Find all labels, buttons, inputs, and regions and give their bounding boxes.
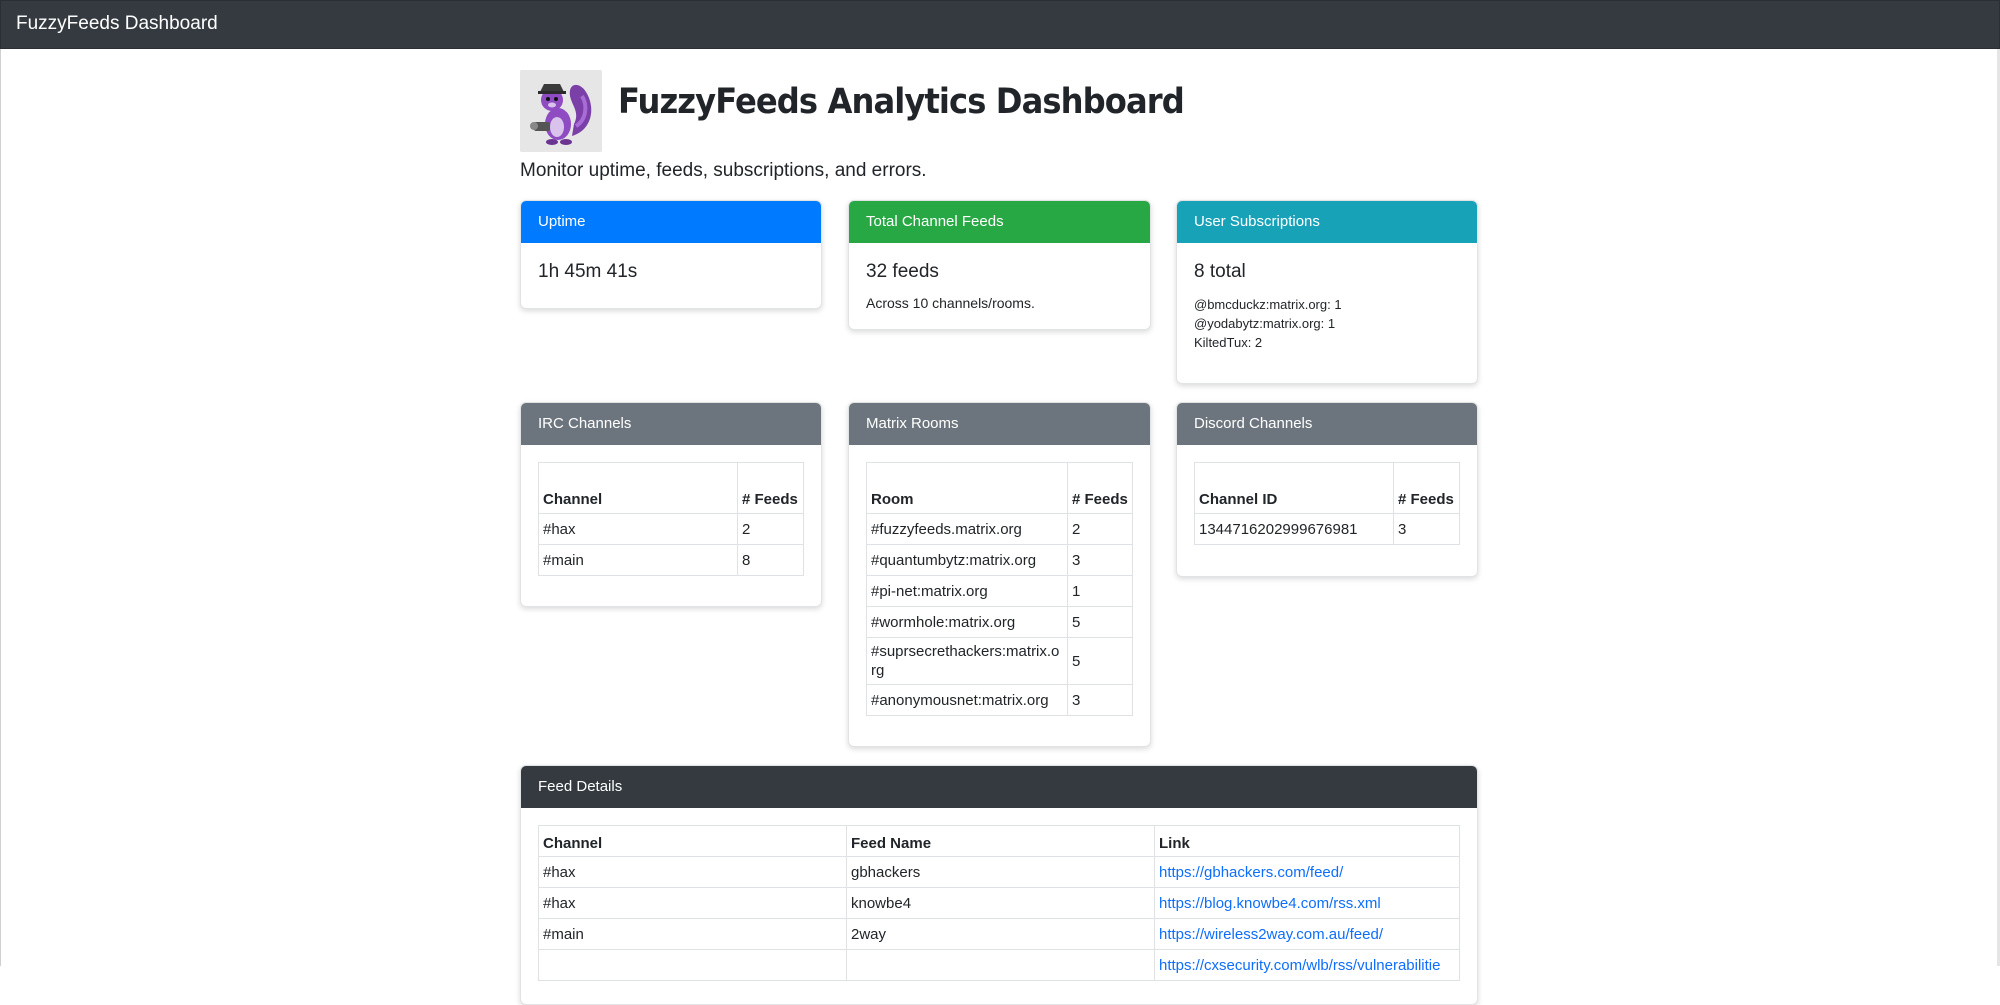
uptime-value: 1h 45m 41s: [538, 261, 638, 282]
uptime-card: Uptime 1h 45m 41s: [520, 200, 822, 309]
table-row: #main 8: [538, 544, 804, 576]
matrix-rooms-card: Matrix Rooms Room # Feeds #fuzzyfeeds.ma…: [848, 402, 1151, 747]
column-header-channel-id: Channel ID: [1194, 462, 1394, 514]
feed-link-cell: https://cxsecurity.com/wlb/rss/vulnerabi…: [1154, 949, 1460, 981]
subscription-user: @bmcduckz:matrix.org: 1: [1194, 297, 1342, 312]
feed-channel: #hax: [538, 856, 847, 888]
table-row: #wormhole:matrix.org 5: [866, 606, 1133, 638]
subscription-user: @yodabytz:matrix.org: 1: [1194, 316, 1336, 331]
feed-count: 5: [1067, 637, 1133, 685]
table-row: #pi-net:matrix.org 1: [866, 575, 1133, 607]
table-row: #quantumbytz:matrix.org 3: [866, 544, 1133, 576]
table-row: #hax knowbe4 https://blog.knowbe4.com/rs…: [538, 887, 1460, 919]
subscriptions-value: 8 total: [1194, 261, 1246, 282]
feed-name: gbhackers: [846, 856, 1155, 888]
discord-channels-card-header: Discord Channels: [1177, 403, 1477, 445]
feed-channel: #hax: [538, 887, 847, 919]
room-name: #fuzzyfeeds.matrix.org: [866, 513, 1068, 545]
feed-name: knowbe4: [846, 887, 1155, 919]
feed-count: 2: [737, 513, 804, 545]
feed-details-table: Channel Feed Name Link #hax gbhackers ht…: [538, 825, 1460, 981]
subscription-user: KiltedTux: 2: [1194, 335, 1263, 350]
feed-count: 3: [1067, 544, 1133, 576]
feed-count: 1: [1067, 575, 1133, 607]
uptime-card-header: Uptime: [521, 201, 821, 243]
table-row: #hax 2: [538, 513, 804, 545]
table-row: #anonymousnet:matrix.org 3: [866, 684, 1133, 716]
feed-count: 2: [1067, 513, 1133, 545]
channel-name: #hax: [538, 513, 738, 545]
feed-channel: [538, 949, 847, 981]
table-row: #hax gbhackers https://gbhackers.com/fee…: [538, 856, 1460, 888]
column-header-channel: Channel: [538, 825, 847, 857]
feed-link[interactable]: https://blog.knowbe4.com/rss.xml: [1159, 895, 1381, 912]
subscriptions-card-header: User Subscriptions: [1177, 201, 1477, 243]
discord-channels-table: Channel ID # Feeds 1344716202999676981 3: [1194, 462, 1460, 545]
navbar-brand[interactable]: FuzzyFeeds Dashboard: [16, 13, 218, 35]
feed-name: [846, 949, 1155, 981]
table-row: https://cxsecurity.com/wlb/rss/vulnerabi…: [538, 949, 1460, 981]
feed-link-cell: https://blog.knowbe4.com/rss.xml: [1154, 887, 1460, 919]
feed-link-cell: https://wireless2way.com.au/feed/: [1154, 918, 1460, 950]
channel-name: #main: [538, 544, 738, 576]
feed-channel: #main: [538, 918, 847, 950]
discord-channels-card: Discord Channels Channel ID # Feeds 1344…: [1176, 402, 1478, 577]
table-row: #fuzzyfeeds.matrix.org 2: [866, 513, 1133, 545]
irc-channels-table: Channel # Feeds #hax 2 #main 8: [538, 462, 804, 576]
column-header-feeds: # Feeds: [1067, 462, 1133, 514]
irc-channels-card: IRC Channels Channel # Feeds #hax 2 #mai…: [520, 402, 822, 607]
matrix-rooms-table: Room # Feeds #fuzzyfeeds.matrix.org 2 #q…: [866, 462, 1133, 716]
room-name: #suprsecrethackers:matrix.org: [866, 637, 1068, 685]
feed-count: 8: [737, 544, 804, 576]
feed-link[interactable]: https://wireless2way.com.au/feed/: [1159, 926, 1383, 943]
feed-link[interactable]: https://cxsecurity.com/wlb/rss/vulnerabi…: [1159, 957, 1440, 974]
feed-link-cell: https://gbhackers.com/feed/: [1154, 856, 1460, 888]
feed-details-card: Feed Details Channel Feed Name Link #hax…: [520, 765, 1478, 1005]
column-header-channel: Channel: [538, 462, 738, 514]
total-feeds-card-header: Total Channel Feeds: [849, 201, 1150, 243]
page-subtitle: Monitor uptime, feeds, subscriptions, an…: [520, 160, 927, 181]
feed-count: 3: [1393, 513, 1460, 545]
matrix-rooms-card-header: Matrix Rooms: [849, 403, 1150, 445]
table-header-row: Channel ID # Feeds: [1194, 462, 1460, 514]
logo-image: [520, 70, 602, 152]
total-feeds-card: Total Channel Feeds 32 feeds Across 10 c…: [848, 200, 1151, 330]
navbar: FuzzyFeeds Dashboard: [0, 0, 2000, 49]
subscriptions-card: User Subscriptions 8 total @bmcduckz:mat…: [1176, 200, 1478, 384]
feed-count: 5: [1067, 606, 1133, 638]
room-name: #wormhole:matrix.org: [866, 606, 1068, 638]
feed-details-card-header: Feed Details: [521, 766, 1477, 808]
total-feeds-value: 32 feeds: [866, 261, 939, 282]
table-header-row: Channel Feed Name Link: [538, 825, 1460, 857]
column-header-feeds: # Feeds: [737, 462, 804, 514]
total-feeds-detail: Across 10 channels/rooms.: [866, 295, 1035, 311]
feed-link[interactable]: https://gbhackers.com/feed/: [1159, 864, 1343, 881]
irc-channels-card-header: IRC Channels: [521, 403, 821, 445]
table-row: 1344716202999676981 3: [1194, 513, 1460, 545]
squirrel-icon: [520, 70, 602, 152]
room-name: #quantumbytz:matrix.org: [866, 544, 1068, 576]
feed-name: 2way: [846, 918, 1155, 950]
feed-count: 3: [1067, 684, 1133, 716]
room-name: #pi-net:matrix.org: [866, 575, 1068, 607]
channel-id: 1344716202999676981: [1194, 513, 1394, 545]
column-header-feed-name: Feed Name: [846, 825, 1155, 857]
table-header-row: Room # Feeds: [866, 462, 1133, 514]
column-header-link: Link: [1154, 825, 1460, 857]
table-row: #suprsecrethackers:matrix.org 5: [866, 637, 1133, 685]
column-header-room: Room: [866, 462, 1068, 514]
table-row: #main 2way https://wireless2way.com.au/f…: [538, 918, 1460, 950]
window-edge-left: [0, 49, 1, 966]
page-title: FuzzyFeeds Analytics Dashboard: [618, 82, 1185, 122]
room-name: #anonymousnet:matrix.org: [866, 684, 1068, 716]
column-header-feeds: # Feeds: [1393, 462, 1460, 514]
table-header-row: Channel # Feeds: [538, 462, 804, 514]
